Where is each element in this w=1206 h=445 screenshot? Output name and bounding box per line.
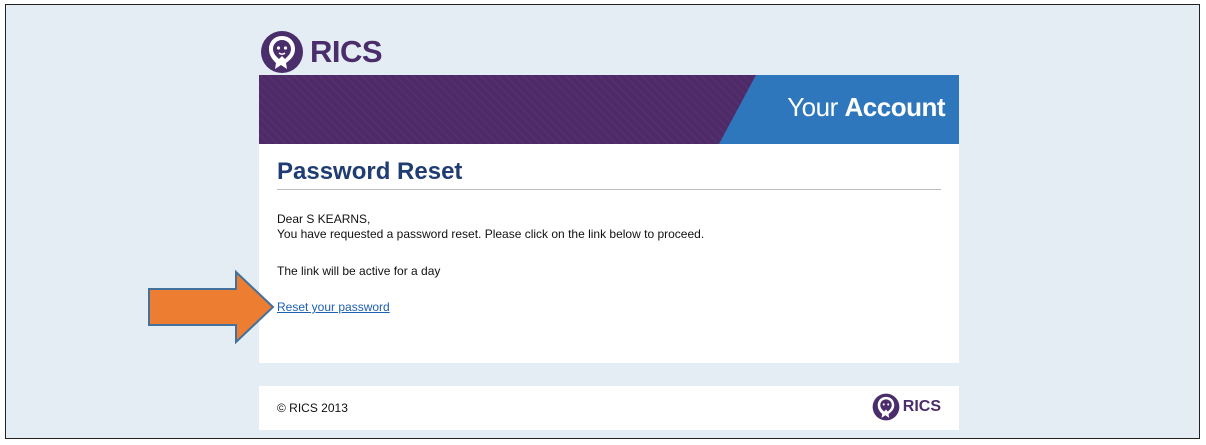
message-text: You have requested a password reset. Ple… (277, 227, 705, 241)
email-card: Password Reset Dear S KEARNS, You have r… (259, 144, 959, 363)
copyright-text: © RICS 2013 (277, 401, 348, 415)
reset-password-link[interactable]: Reset your password (277, 300, 390, 314)
orange-arrow-icon (148, 269, 275, 345)
footer-lion-emblem-icon (872, 393, 900, 421)
page-heading: Password Reset (277, 158, 463, 185)
banner-title: Your Account (787, 92, 945, 123)
email-footer: © RICS 2013 RICS (259, 386, 959, 430)
rics-logo[interactable]: RICS (260, 26, 383, 78)
footer-rics-logo[interactable]: RICS (872, 393, 941, 421)
banner-title-regular: Your (787, 92, 838, 122)
rics-wordmark: RICS (310, 34, 383, 69)
lion-emblem-icon (261, 31, 303, 73)
heading-divider (277, 189, 941, 190)
banner-title-bold: Account (844, 92, 946, 122)
screenshot-frame: RICS Your Account Password Reset Dear S … (5, 4, 1200, 439)
footer-rics-wordmark: RICS (902, 398, 941, 415)
greeting-text: Dear S KEARNS, (277, 212, 371, 226)
expiry-text: The link will be active for a day (277, 264, 441, 278)
account-banner: Your Account (259, 75, 959, 144)
